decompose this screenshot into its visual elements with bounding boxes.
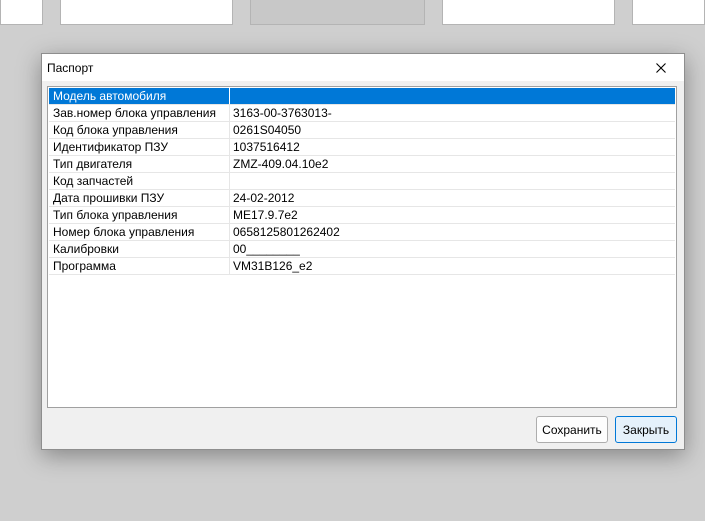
grid-row-program[interactable]: Программа VM31B126_e2 — [49, 258, 675, 275]
grid-row-flash-date[interactable]: Дата прошивки ПЗУ 24-02-2012 — [49, 190, 675, 207]
row-value: ZMZ-409.04.10e2 — [233, 157, 329, 171]
passport-property-grid[interactable]: Модель автомобиля Зав.номер блока управл… — [47, 86, 677, 408]
row-label: Тип двигателя — [49, 156, 230, 172]
row-label: Калибровки — [49, 241, 230, 257]
row-value: ME17.9.7e2 — [233, 208, 298, 222]
close-icon — [656, 62, 666, 73]
row-label: Модель автомобиля — [49, 88, 230, 104]
row-label: Номер блока управления — [49, 224, 230, 240]
passport-dialog: Паспорт Модель автомобиля Зав.номер блок… — [41, 53, 685, 450]
grid-row-ecu-number[interactable]: Номер блока управления 0658125801262402 — [49, 224, 675, 241]
grid-row-parts-code[interactable]: Код запчастей — [49, 173, 675, 190]
row-label: Дата прошивки ПЗУ — [49, 190, 230, 206]
dialog-title: Паспорт — [47, 61, 94, 75]
grid-row-calibrations[interactable]: Калибровки 00________ — [49, 241, 675, 258]
grid-row-rom-id[interactable]: Идентификатор ПЗУ 1037516412 — [49, 139, 675, 156]
row-value: 24-02-2012 — [233, 191, 295, 205]
background-panel — [0, 0, 43, 25]
row-value: 3163-00-3763013- — [233, 106, 332, 120]
row-value — [230, 88, 675, 104]
row-label: Идентификатор ПЗУ — [49, 139, 230, 155]
grid-row-serial-number[interactable]: Зав.номер блока управления 3163-00-37630… — [49, 105, 675, 122]
close-window-button[interactable] — [638, 54, 684, 81]
row-label: Код запчастей — [49, 173, 230, 189]
row-value: 0658125801262402 — [233, 225, 340, 239]
row-value: 0261S04050 — [233, 123, 302, 137]
row-label: Программа — [49, 258, 230, 274]
background-panel — [632, 0, 705, 25]
row-value: 00________ — [233, 242, 300, 256]
row-label: Зав.номер блока управления — [49, 105, 230, 121]
row-value — [230, 173, 675, 189]
row-label: Тип блока управления — [49, 207, 230, 223]
close-button[interactable]: Закрыть — [615, 416, 677, 443]
grid-row-engine-type[interactable]: Тип двигателя ZMZ-409.04.10e2 — [49, 156, 675, 173]
save-button[interactable]: Сохранить — [536, 416, 608, 443]
grid-row-ecu-type[interactable]: Тип блока управления ME17.9.7e2 — [49, 207, 675, 224]
grid-row-ecu-code[interactable]: Код блока управления 0261S04050 — [49, 122, 675, 139]
background-panel — [442, 0, 615, 25]
row-value: 1037516412 — [233, 140, 300, 154]
background-panel — [60, 0, 233, 25]
background-panel — [250, 0, 425, 25]
row-value: VM31B126_e2 — [233, 259, 313, 273]
dialog-titlebar: Паспорт — [42, 54, 684, 81]
grid-row-car-model[interactable]: Модель автомобиля — [49, 88, 675, 105]
row-label: Код блока управления — [49, 122, 230, 138]
